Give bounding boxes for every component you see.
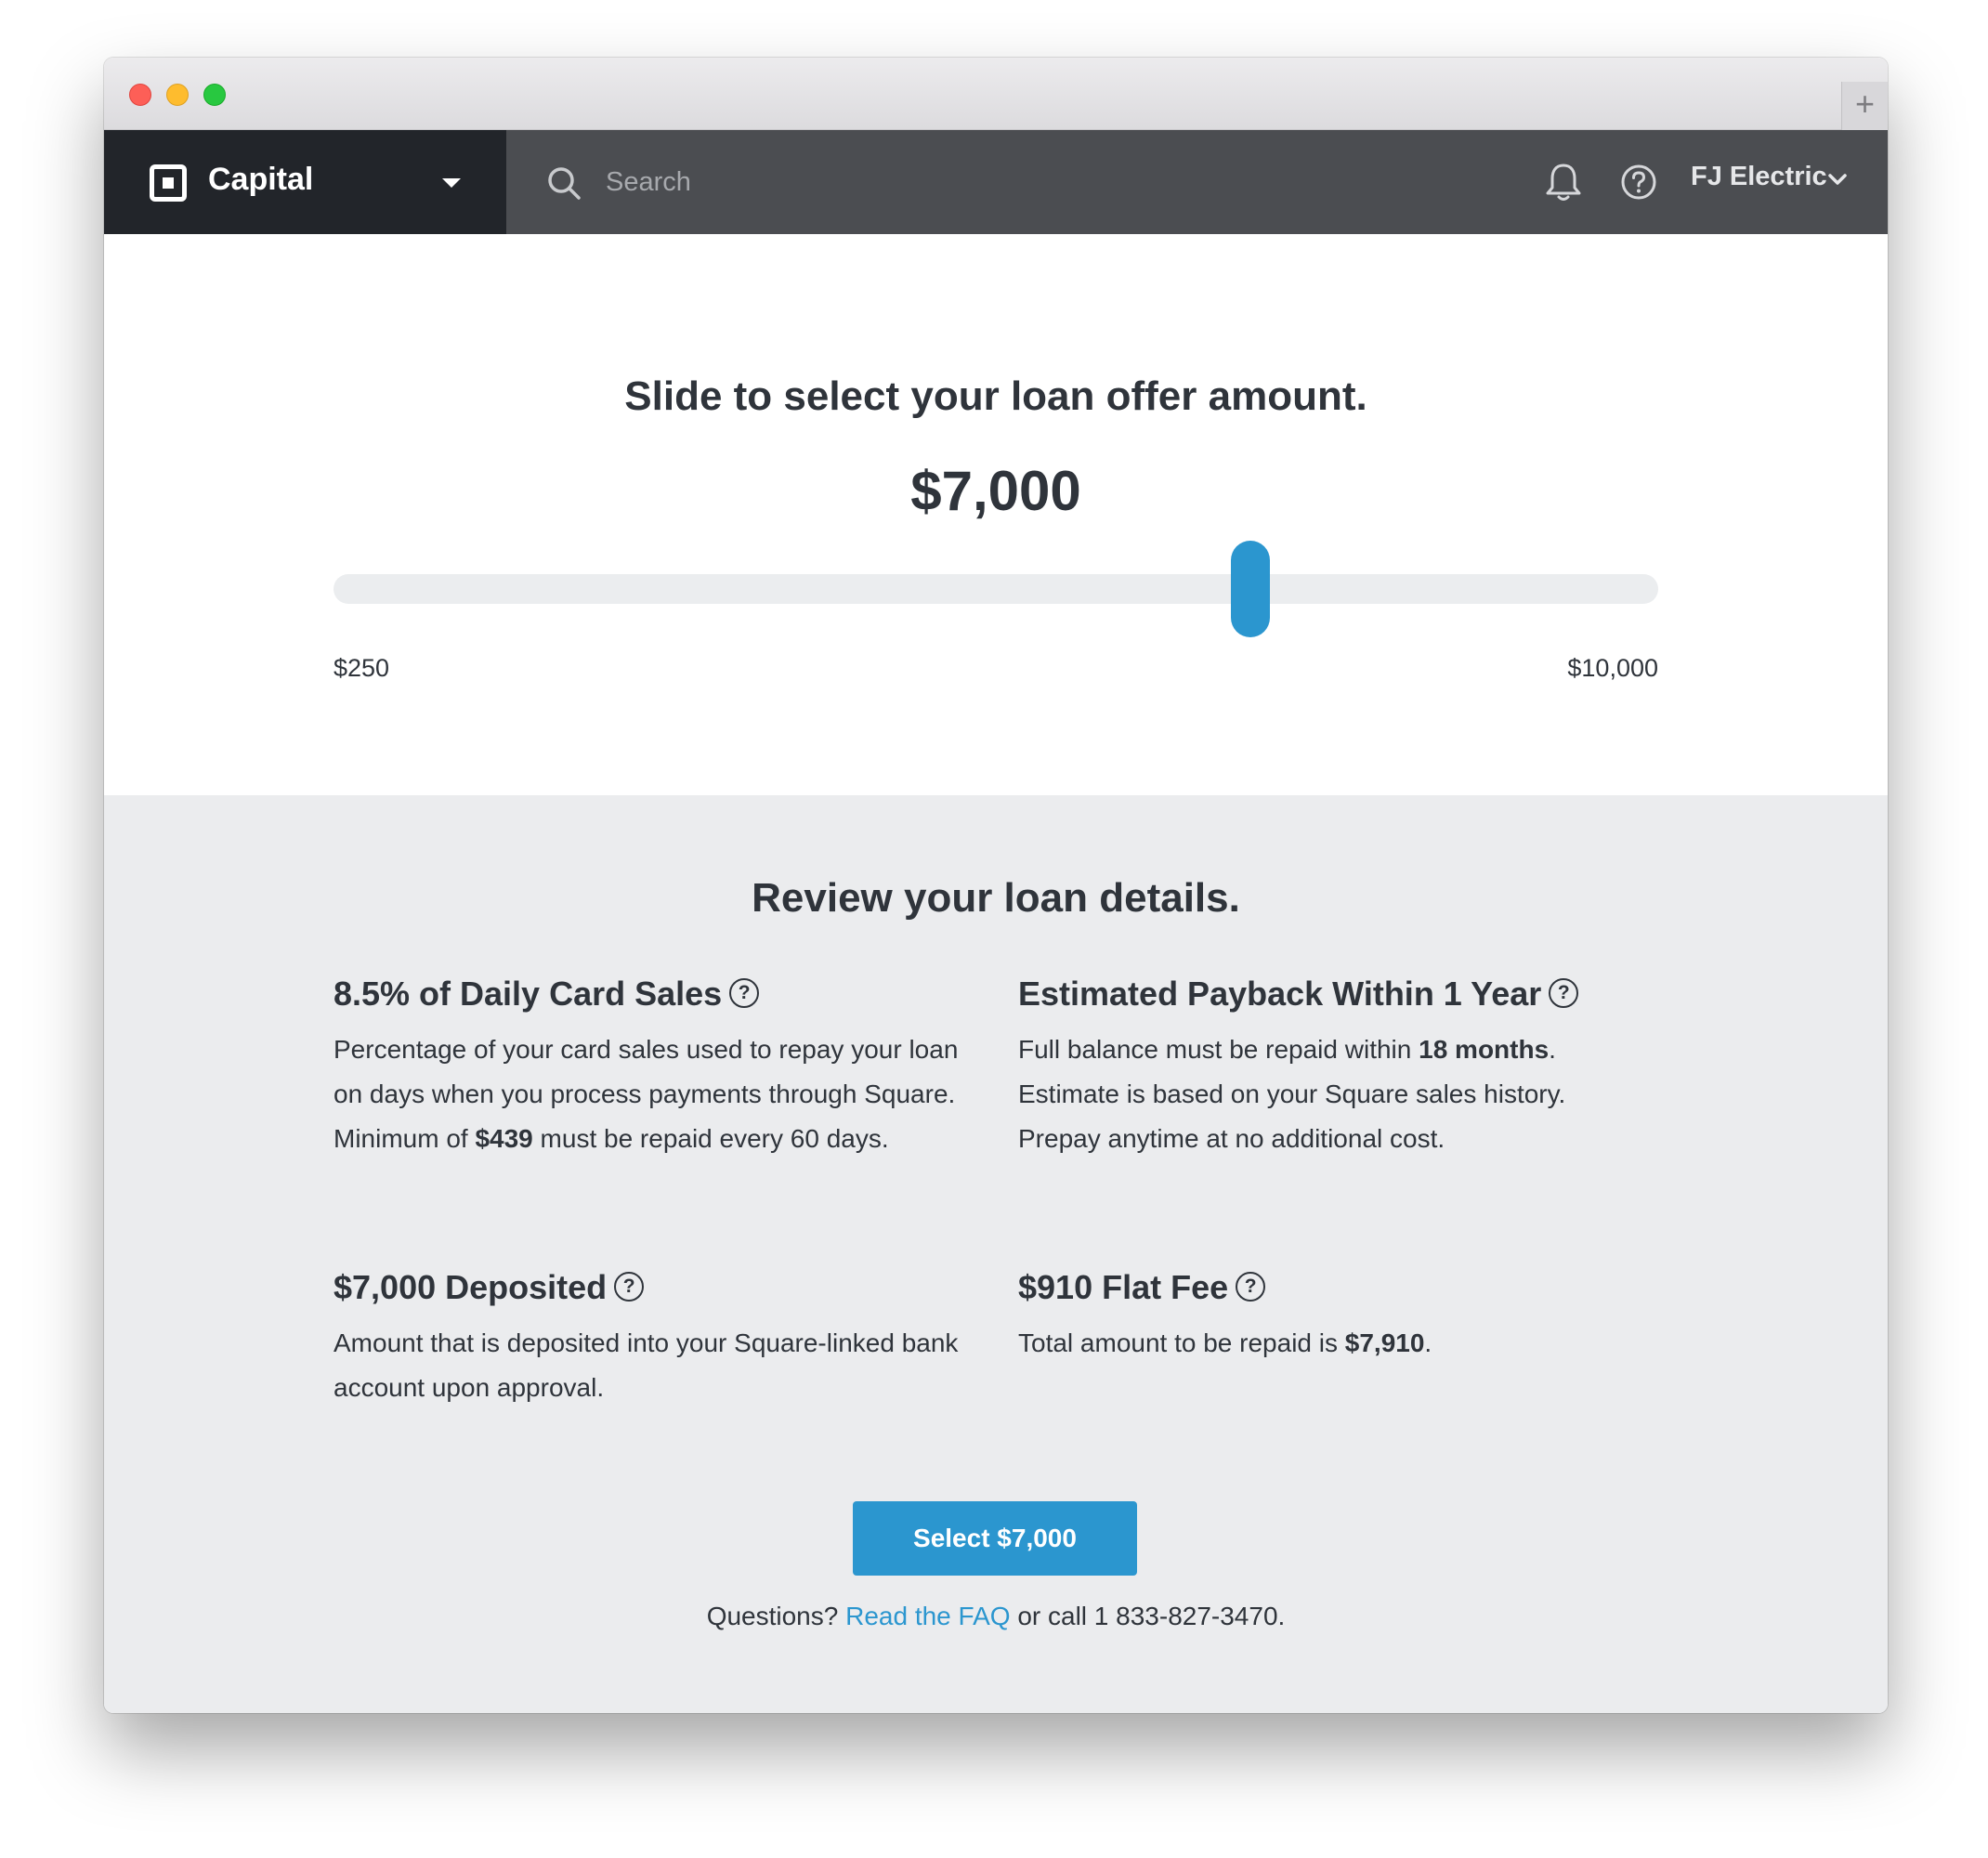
- faq-link[interactable]: Read the FAQ: [845, 1602, 1010, 1630]
- app-name: Capital: [208, 162, 314, 197]
- maximize-window-button[interactable]: [203, 84, 226, 106]
- card-text: Full balance must be repaid within 18 mo…: [1018, 1035, 1566, 1153]
- chevron-down-icon[interactable]: [1828, 173, 1847, 186]
- slider-min-label: $250: [334, 654, 390, 682]
- card-text: Amount that is deposited into your Squar…: [334, 1328, 959, 1402]
- app-switcher[interactable]: Capital: [104, 130, 506, 234]
- square-logo-icon: [150, 164, 187, 202]
- details-heading: Review your loan details.: [752, 875, 1240, 921]
- app-header: Capital FJ Electric: [104, 130, 1888, 234]
- card-heading: 8.5% of Daily Card Sales?: [334, 974, 965, 1014]
- browser-window: + Capital FJ Electric Slide to select yo…: [104, 58, 1888, 1713]
- card-heading: Estimated Payback Within 1 Year?: [1018, 974, 1650, 1014]
- card-text: Total amount to be repaid is $7,910.: [1018, 1328, 1432, 1357]
- card-heading: $910 Flat Fee?: [1018, 1267, 1650, 1308]
- question-icon[interactable]: ?: [614, 1272, 645, 1302]
- card-text: Percentage of your card sales used to re…: [334, 1035, 959, 1153]
- detail-card-deposited: $7,000 Deposited? Amount that is deposit…: [334, 1267, 965, 1410]
- close-window-button[interactable]: [129, 84, 151, 106]
- slider-track[interactable]: [334, 574, 1658, 604]
- caret-down-icon: [442, 178, 461, 188]
- new-tab-button[interactable]: +: [1841, 82, 1888, 130]
- question-icon[interactable]: ?: [1549, 978, 1579, 1009]
- minimize-window-button[interactable]: [166, 84, 189, 106]
- bell-icon[interactable]: [1544, 162, 1583, 203]
- detail-card-flat-fee: $910 Flat Fee? Total amount to be repaid…: [1018, 1267, 1650, 1366]
- detail-card-daily-sales: 8.5% of Daily Card Sales? Percentage of …: [334, 974, 965, 1161]
- title-bar: +: [104, 58, 1888, 130]
- faq-line: Questions? Read the FAQ or call 1 833-82…: [706, 1602, 1286, 1630]
- loan-slider-section: Slide to select your loan offer amount. …: [104, 234, 1888, 795]
- select-amount-button[interactable]: Select $7,000: [853, 1501, 1137, 1576]
- slider-max-label: $10,000: [1567, 654, 1658, 682]
- card-heading: $7,000 Deposited?: [334, 1267, 965, 1308]
- question-icon[interactable]: ?: [729, 978, 760, 1009]
- selected-amount: $7,000: [910, 460, 1081, 522]
- account-menu[interactable]: FJ Electric: [1691, 162, 1827, 192]
- question-icon[interactable]: ?: [1236, 1272, 1266, 1302]
- loan-details-section: Review your loan details. 8.5% of Daily …: [104, 795, 1888, 1713]
- detail-card-payback: Estimated Payback Within 1 Year? Full ba…: [1018, 974, 1650, 1161]
- search-icon[interactable]: [546, 165, 582, 201]
- search-input[interactable]: [606, 158, 1070, 206]
- slider-handle[interactable]: [1231, 541, 1271, 637]
- help-icon[interactable]: [1620, 164, 1657, 201]
- slider-heading: Slide to select your loan offer amount.: [624, 373, 1367, 419]
